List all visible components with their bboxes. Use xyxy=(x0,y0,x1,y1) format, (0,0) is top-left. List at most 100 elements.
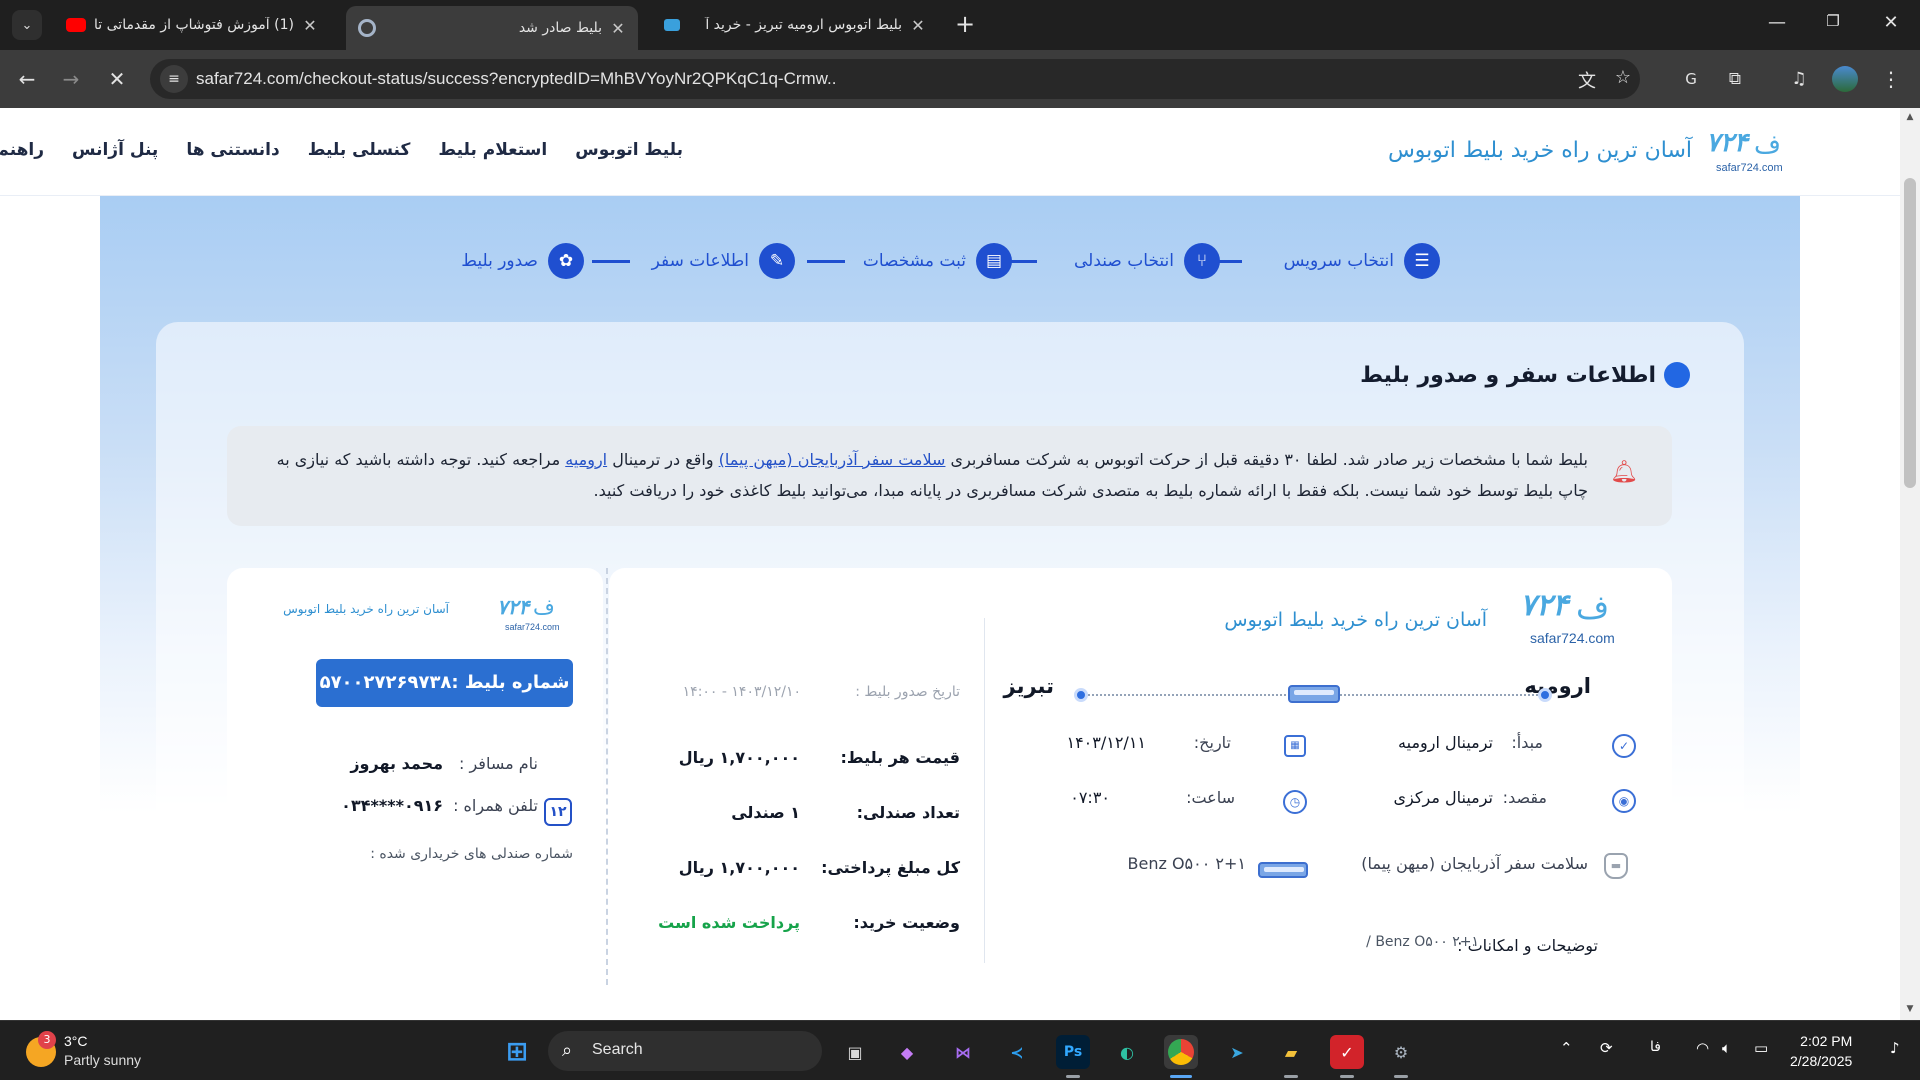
ticket-tagline: آسان ترین راه خرید بلیط اتوبوس xyxy=(1224,609,1487,631)
notice-text: بلیط شما با مشخصات زیر صادر شد. لطفا ۳۰ … xyxy=(276,450,1588,500)
volume-icon[interactable]: 🔈︎ xyxy=(1722,1039,1731,1057)
restore-icon[interactable]: ❐ xyxy=(1818,12,1848,30)
seat-count-label: تعداد صندلی: xyxy=(856,803,960,822)
url-text[interactable]: safar724.com/checkout-status/success?enc… xyxy=(196,69,836,89)
weather-desc: Partly sunny xyxy=(64,1052,142,1068)
bell-icon: 🔔︎ xyxy=(1610,460,1638,485)
task-view-icon[interactable]: ▣ xyxy=(838,1035,872,1069)
address-bar[interactable]: ≡ safar724.com/checkout-status/success?e… xyxy=(150,59,1640,99)
chrome-icon[interactable] xyxy=(1164,1035,1198,1069)
photoshop-icon[interactable]: Ps xyxy=(1056,1035,1090,1069)
close-tab-icon[interactable]: ✕ xyxy=(302,16,318,35)
weather-badge: 3 xyxy=(38,1031,56,1049)
notification-bell-icon[interactable]: ♪ xyxy=(1890,1039,1900,1057)
new-tab-plus-icon[interactable]: + xyxy=(950,10,980,40)
tab-title: بلیط صادر شد xyxy=(518,20,602,36)
profile-avatar[interactable] xyxy=(1830,64,1860,94)
app-active-indicator xyxy=(1170,1075,1192,1078)
destination-pin-icon: ◉ xyxy=(1612,789,1636,813)
windows-taskbar: 3 3°C Partly sunny ⊞ ⌕ Search ▣ ◆ ⋈ ≺ Ps… xyxy=(0,1020,1920,1080)
system-clock[interactable]: 2:02 PM 2/28/2025 xyxy=(1790,1031,1852,1071)
input-language[interactable]: فا xyxy=(1650,1039,1661,1055)
app-running-indicator xyxy=(1340,1075,1354,1078)
close-tab-icon[interactable]: ✕ xyxy=(610,19,626,38)
tab-search-chevron-icon[interactable]: ⌄ xyxy=(12,10,42,40)
stop-loading-icon[interactable]: ✕ xyxy=(102,64,132,94)
nav-bus-ticket[interactable]: بلیط اتوبوس xyxy=(575,140,683,160)
logo-swoosh-icon: ف xyxy=(533,595,555,619)
ticket-perforation xyxy=(606,568,608,985)
passenger-label: نام مسافر : xyxy=(459,754,538,773)
browser-tab-strip: ⌄ ✕ (1) آموزش فتوشاپ از مقدماتی تا ✕ بلی… xyxy=(0,0,1920,50)
settings-gear-icon[interactable]: ⚙ xyxy=(1384,1035,1418,1069)
nav-knowledge[interactable]: دانستنی ها xyxy=(186,140,279,160)
step-connector xyxy=(592,260,630,263)
seat-number-badge: ۱۲ xyxy=(544,798,572,826)
origin-value: ترمینال ارومیه xyxy=(1398,733,1493,752)
tab-ticket-issued[interactable]: ✕ بلیط صادر شد xyxy=(346,6,638,50)
bus-model: Benz O۵۰۰ ۲+۱ xyxy=(1127,854,1247,873)
company-link[interactable]: سلامت سفر آذربایجان (میهن پیما) xyxy=(719,450,946,469)
page-scrollbar[interactable]: ▲ ▼ xyxy=(1900,108,1920,1020)
date-value: ۱۴۰۳/۱۲/۱۱ xyxy=(1066,733,1146,752)
nav-agency-panel[interactable]: پنل آژانس xyxy=(72,140,158,160)
seat-icon: ⑂ xyxy=(1184,243,1220,279)
file-explorer-icon[interactable]: ▰ xyxy=(1274,1035,1308,1069)
close-tab-icon[interactable]: ✕ xyxy=(910,16,926,35)
origin-dot-icon xyxy=(1538,688,1552,702)
tab-title: بلیط اتوبوس ارومیه تبریز - خرید آ xyxy=(705,17,902,33)
site-info-icon[interactable]: ≡ xyxy=(160,65,188,93)
main-nav: بلیط اتوبوس استعلام بلیط کنسلی بلیط دانس… xyxy=(0,140,683,160)
site-tagline: آسان ترین راه خرید بلیط اتوبوس xyxy=(1387,138,1692,163)
pen-edit-icon: ✎ xyxy=(759,243,795,279)
vscode-icon[interactable]: ≺ xyxy=(1000,1035,1034,1069)
google-translate-extension-icon[interactable]: G xyxy=(1676,64,1706,94)
terminal-link[interactable]: ارومیه xyxy=(565,450,607,469)
scrollbar-thumb[interactable] xyxy=(1904,178,1916,488)
bookmark-star-icon[interactable]: ☆ xyxy=(1610,67,1636,88)
minimize-icon[interactable]: — xyxy=(1762,12,1792,33)
sync-icon[interactable]: ⟳ xyxy=(1600,1039,1613,1057)
visual-studio-icon[interactable]: ⋈ xyxy=(946,1035,980,1069)
menu-kebab-icon[interactable]: ⋮ xyxy=(1876,64,1906,94)
nav-cancel-ticket[interactable]: کنسلی بلیط xyxy=(308,140,411,160)
bus-company: سلامت سفر آذربایجان (میهن پیما) xyxy=(1361,854,1588,873)
logo-swoosh-icon: ف xyxy=(1754,130,1781,160)
nav-help[interactable]: راهنما xyxy=(0,140,44,160)
step-issue-ticket: ✿ صدور بلیط xyxy=(461,243,584,279)
app-running-indicator xyxy=(1284,1075,1298,1078)
wifi-icon[interactable]: ◠ xyxy=(1696,1039,1709,1057)
scroll-down-arrow-icon[interactable]: ▼ xyxy=(1904,1004,1916,1014)
close-window-icon[interactable]: ✕ xyxy=(1876,12,1906,33)
payment-status-label: وضعیت خرید: xyxy=(853,913,960,932)
ticket-number-button[interactable]: شماره بلیط :۵۷۰۰۲۷۲۶۹۷۳۸ xyxy=(316,659,573,707)
safar724-favicon-icon xyxy=(664,19,680,31)
translate-icon[interactable]: 文 xyxy=(1574,67,1600,93)
nav-ticket-inquiry[interactable]: استعلام بلیط xyxy=(438,140,547,160)
tab-photoshop[interactable]: ✕ (1) آموزش فتوشاپ از مقدماتی تا xyxy=(54,8,330,42)
purchased-seats-label: شماره صندلی های خریداری شده : xyxy=(370,846,573,862)
forward-arrow-icon[interactable]: → xyxy=(56,64,86,94)
price-label: قیمت هر بلیط: xyxy=(840,748,960,767)
windows-start-icon[interactable]: ⊞ xyxy=(500,1035,534,1069)
extensions-puzzle-icon[interactable]: ⧉ xyxy=(1720,64,1750,94)
scroll-up-arrow-icon[interactable]: ▲ xyxy=(1904,112,1916,122)
issue-date-label: تاریخ صدور بلیط : xyxy=(855,684,960,700)
battery-icon[interactable]: ▭ xyxy=(1754,1039,1768,1057)
ticket-divider xyxy=(984,618,985,963)
vivaldi-icon[interactable]: ✓ xyxy=(1330,1035,1364,1069)
bus-seat-icon: ▬ xyxy=(1604,853,1628,879)
copilot-icon[interactable]: ◆ xyxy=(890,1035,924,1069)
taskbar-search[interactable]: ⌕ Search xyxy=(548,1031,822,1071)
browser-toolbar: ← → ✕ ≡ safar724.com/checkout-status/suc… xyxy=(0,50,1920,108)
weather-widget[interactable]: 3 3°C Partly sunny xyxy=(26,1031,156,1071)
step-connector xyxy=(807,260,845,263)
site-logo[interactable]: ۷۲۴ ف safar724.com xyxy=(1706,128,1796,178)
media-controls-icon[interactable]: ♫ xyxy=(1784,64,1814,94)
back-arrow-icon[interactable]: ← xyxy=(12,64,42,94)
tab-bus-ticket[interactable]: ✕ بلیط اتوبوس ارومیه تبریز - خرید آ xyxy=(652,8,938,42)
tray-chevron-up-icon[interactable]: ⌃ xyxy=(1560,1039,1573,1057)
section-title: اطلاعات سفر و صدور بلیط xyxy=(1360,362,1690,388)
telegram-icon[interactable]: ➤ xyxy=(1220,1035,1254,1069)
edge-icon[interactable]: ◐ xyxy=(1110,1035,1144,1069)
